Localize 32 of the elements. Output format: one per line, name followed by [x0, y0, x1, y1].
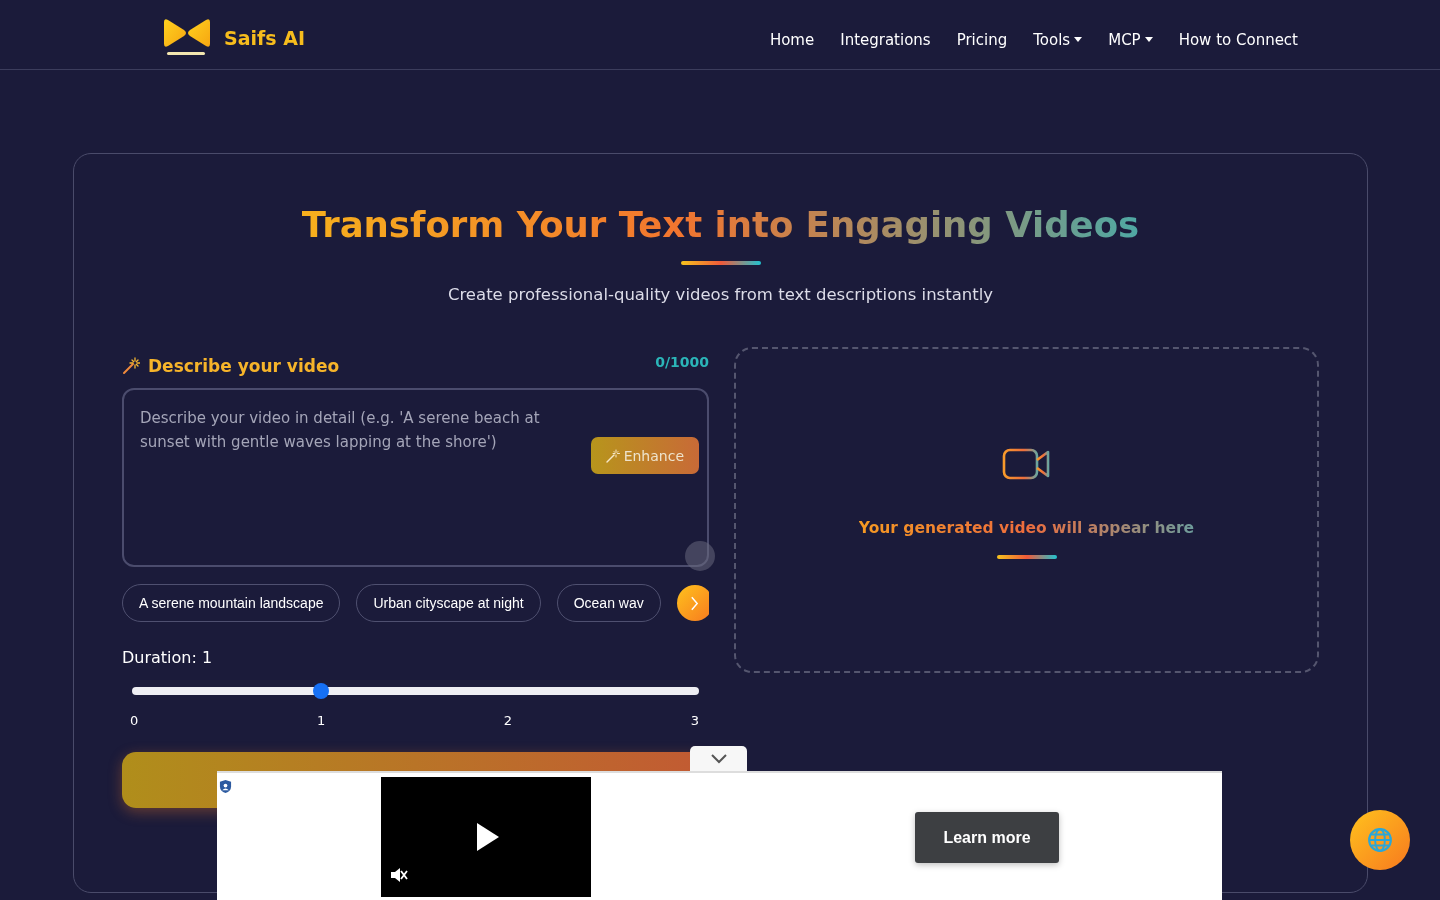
- nav-link[interactable]: MCP: [1108, 30, 1153, 49]
- scroll-handle[interactable]: [685, 541, 715, 571]
- magic-wand-icon: [122, 357, 140, 375]
- tick-label: 1: [316, 713, 326, 728]
- chevron-right-icon: [690, 595, 700, 611]
- preview-message: Your generated video will appear here: [858, 519, 1195, 537]
- nav-link[interactable]: How to Connect: [1178, 30, 1298, 49]
- tick-label: 2: [503, 713, 513, 728]
- slider-thumb[interactable]: [312, 683, 329, 699]
- video-camera-icon: [1001, 447, 1052, 481]
- tick-label: 0: [130, 713, 139, 728]
- duration-label: Duration: 1: [122, 648, 214, 667]
- nav-link[interactable]: Home: [769, 30, 815, 49]
- nav-link[interactable]: Pricing: [956, 30, 1008, 49]
- collapse-tab[interactable]: [690, 746, 747, 772]
- magic-wand-icon: [605, 448, 620, 463]
- character-counter: 0/1000: [655, 354, 709, 370]
- prompt-label: Describe your video: [148, 356, 340, 376]
- language-button[interactable]: [1350, 810, 1410, 870]
- page-subtitle: Create professional-quality videos from text descriptions instantly: [447, 285, 994, 304]
- learn-more-button[interactable]: Learn more: [915, 812, 1059, 863]
- next-arrow-button[interactable]: [676, 585, 709, 621]
- play-icon[interactable]: [476, 822, 500, 852]
- brand-name: Saifs AI: [224, 26, 305, 49]
- nav-link[interactable]: Integrations: [840, 30, 931, 49]
- tick-label: 3: [690, 713, 699, 728]
- logo-icon: [162, 17, 212, 58]
- mute-icon[interactable]: [390, 867, 408, 883]
- chevron-down-icon: [710, 754, 727, 764]
- message-underline: [996, 555, 1057, 559]
- nav-link[interactable]: Tools: [1033, 30, 1083, 49]
- globe-icon: [1367, 827, 1393, 853]
